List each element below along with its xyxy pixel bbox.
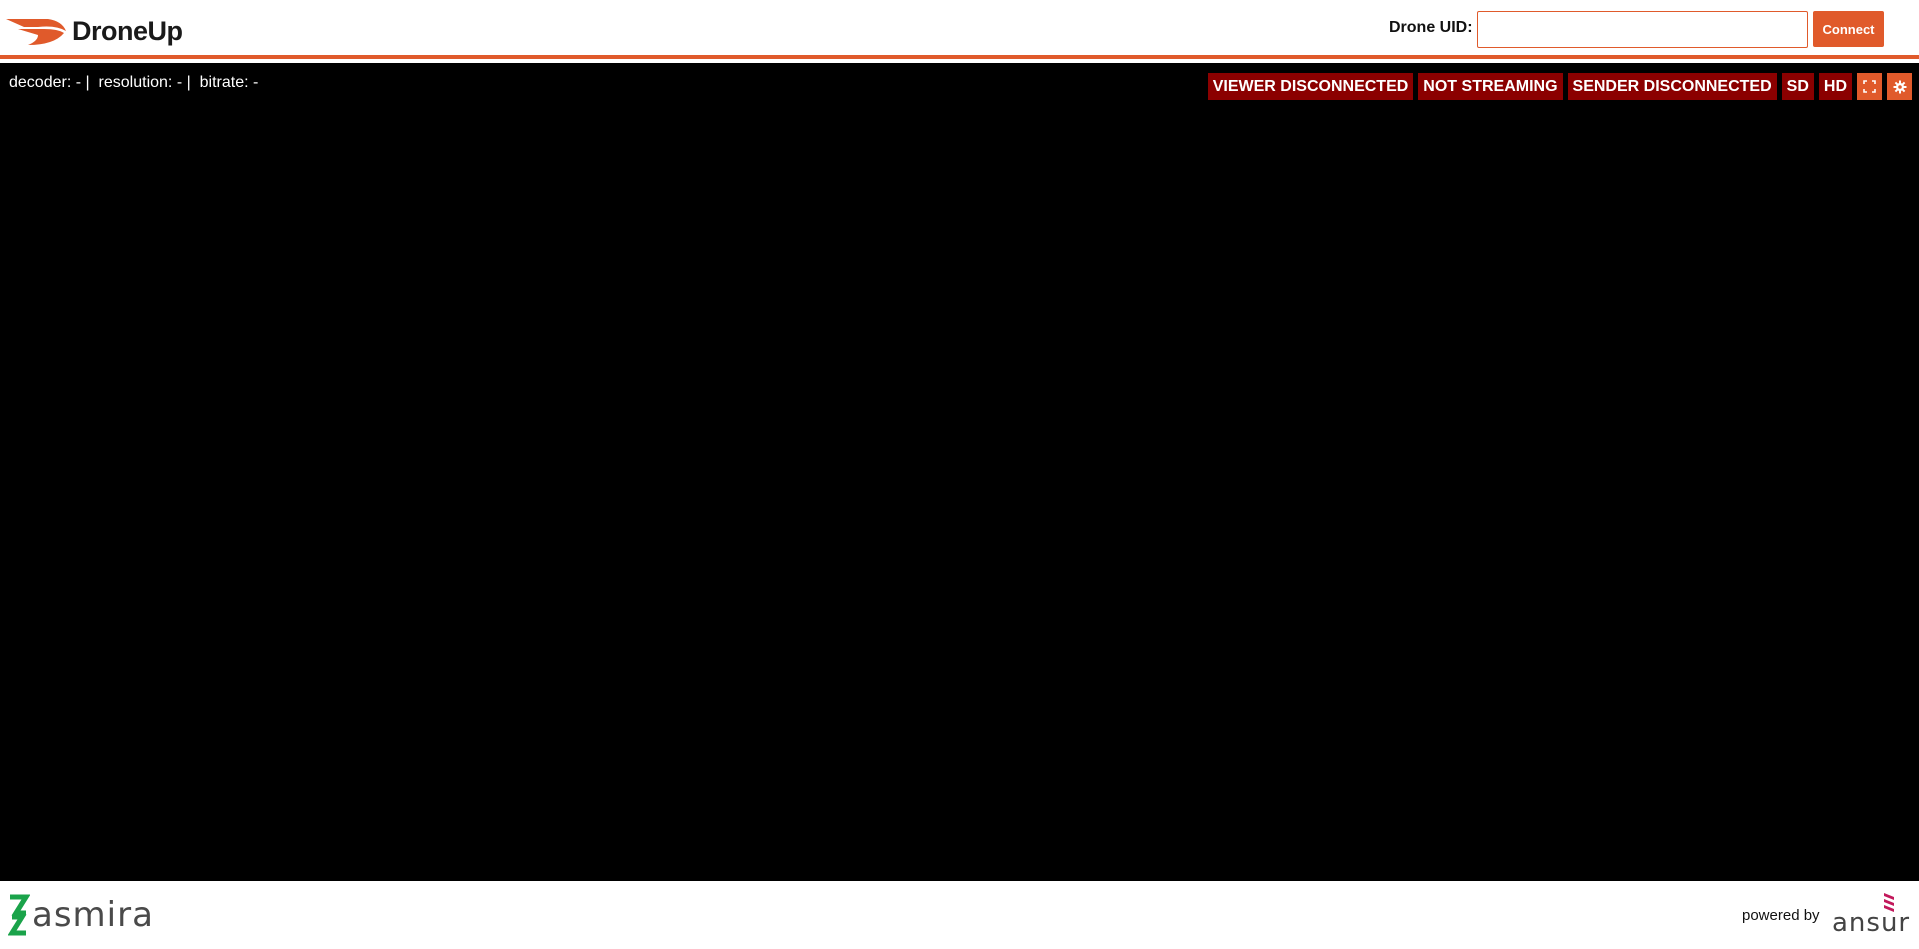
fullscreen-icon [1863,80,1876,93]
fullscreen-button[interactable] [1857,73,1882,100]
drone-uid-input[interactable] [1477,11,1808,48]
bitrate-label: bitrate: [199,74,249,91]
decoder-value: - [75,74,82,91]
brand-name: DroneUp [72,15,183,46]
ansur-wordmark: ansur [1832,908,1910,938]
stream-stats: decoder: - | resolution: - | bitrate: - [9,74,258,92]
bitrate-value: - [253,74,259,91]
stats-separator: | [186,74,191,91]
stream-status-badge: NOT STREAMING [1418,73,1563,100]
sender-status-badge: SENDER DISCONNECTED [1567,73,1777,100]
video-viewport[interactable]: decoder: - | resolution: - | bitrate: - … [0,63,1919,881]
resolution-value: - [176,74,183,91]
settings-button[interactable] [1887,73,1912,100]
droneup-swoosh-icon [6,19,66,45]
powered-by-label: powered by [1742,907,1820,924]
sd-quality-button[interactable]: SD [1781,73,1814,100]
app-footer: asmira powered by ansur [0,881,1919,949]
decoder-label: decoder: [9,74,72,91]
stats-separator: | [85,74,90,91]
status-bar: VIEWER DISCONNECTED NOT STREAMING SENDER… [1207,73,1912,100]
asmira-mark-icon [8,894,30,936]
drone-uid-label: Drone UID: [1389,19,1473,36]
resolution-label: resolution: [98,74,173,91]
gear-icon [1893,80,1906,93]
app-header: DroneUp Drone UID: Connect [0,0,1919,59]
asmira-wordmark: asmira [32,895,154,935]
viewer-status-badge: VIEWER DISCONNECTED [1207,73,1414,100]
asmira-logo: asmira [8,893,154,937]
connect-button[interactable]: Connect [1813,11,1884,47]
hd-quality-button[interactable]: HD [1818,73,1852,100]
ansur-logo: ansur [1832,893,1910,938]
droneup-logo[interactable]: DroneUp [4,14,183,48]
